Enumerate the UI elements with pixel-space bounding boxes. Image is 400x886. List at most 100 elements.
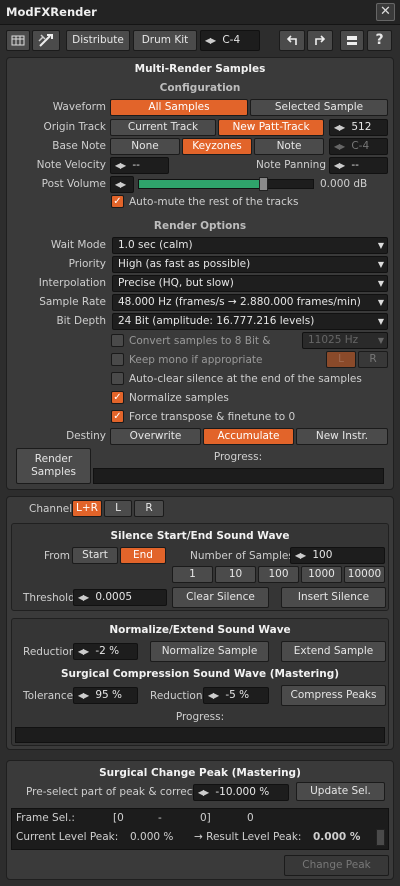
channel-lr-button[interactable]: L+R xyxy=(72,500,102,517)
note-panning-value[interactable]: ◀▶ -- xyxy=(329,157,388,174)
undo-icon[interactable] xyxy=(279,30,305,51)
nsamples-valuebox[interactable]: ◀▶ 100 xyxy=(290,547,385,564)
base-note-note-button[interactable]: Note xyxy=(254,138,324,155)
arrows-icon[interactable]: ◀▶ xyxy=(111,158,129,173)
post-volume-fill xyxy=(139,180,263,188)
peak-indicator xyxy=(376,829,385,846)
nsamples-value: 100 xyxy=(312,549,333,561)
insert-silence-button[interactable]: Insert Silence xyxy=(281,587,386,608)
peak-valuebox[interactable]: ◀▶ -10.000 % xyxy=(193,784,289,801)
current-track-button[interactable]: Current Track xyxy=(110,119,216,136)
distribute-button[interactable]: Distribute xyxy=(66,30,130,51)
arrows-icon[interactable]: ◀▶ xyxy=(330,158,348,173)
arrows-icon[interactable]: ◀▶ xyxy=(111,177,129,192)
clear-silence-button[interactable]: Clear Silence xyxy=(172,587,269,608)
accumulate-button[interactable]: Accumulate xyxy=(203,428,294,445)
preset-10000-button[interactable]: 10000 xyxy=(344,566,385,583)
channel-l-button[interactable]: L xyxy=(104,500,132,517)
configuration-heading: Configuration xyxy=(159,82,241,94)
from-end-button[interactable]: End xyxy=(120,547,166,564)
overwrite-button[interactable]: Overwrite xyxy=(110,428,201,445)
channel-r-button[interactable]: R xyxy=(134,500,164,517)
autoclear-label: Auto-clear silence at the end of the sam… xyxy=(129,373,362,385)
priority-select[interactable]: High (as fast as possible) ▼ xyxy=(112,256,388,273)
wait-mode-select[interactable]: 1.0 sec (calm) ▼ xyxy=(112,237,388,254)
preset-1-button[interactable]: 1 xyxy=(172,566,213,583)
render-samples-label-1: Render xyxy=(34,453,73,465)
compress-progress-label: Progress: xyxy=(175,711,225,723)
arrows-icon[interactable]: ◀▶ xyxy=(201,31,219,50)
base-note-none-button[interactable]: None xyxy=(110,138,180,155)
threshold-valuebox[interactable]: ◀▶ 0.0005 xyxy=(73,589,167,606)
silence-title: Silence Start/End Sound Wave xyxy=(110,530,290,542)
chevron-down-icon: ▼ xyxy=(377,298,384,307)
mono-checkbox[interactable] xyxy=(111,353,124,366)
convert-checkbox[interactable] xyxy=(111,334,124,347)
automute-checkbox[interactable]: ✓ xyxy=(111,195,124,208)
render-samples-label-2: Samples xyxy=(31,466,76,478)
bit-depth-select[interactable]: 24 Bit (amplitude: 16.777.216 levels) ▼ xyxy=(112,313,388,330)
table-icon[interactable] xyxy=(6,30,30,51)
redo-icon[interactable] xyxy=(307,30,333,51)
waveform-label: Waveform xyxy=(52,101,106,113)
arrows-icon[interactable]: ◀▶ xyxy=(291,548,309,563)
bit-depth-label: Bit Depth xyxy=(56,315,106,327)
keyzones-button[interactable]: Keyzones xyxy=(182,138,252,155)
arrows-icon[interactable]: ◀▶ xyxy=(74,644,92,659)
arrows-icon[interactable]: ◀▶ xyxy=(74,590,92,605)
new-instr-button[interactable]: New Instr. xyxy=(296,428,388,445)
tools-icon[interactable] xyxy=(32,30,60,51)
from-start-button[interactable]: Start xyxy=(72,547,118,564)
chevron-down-icon: ▼ xyxy=(377,279,384,288)
note-valuebox[interactable]: ◀▶ C-4 xyxy=(200,30,260,51)
update-sel-button[interactable]: Update Sel. xyxy=(296,782,385,801)
render-samples-button[interactable]: Render Samples xyxy=(16,448,91,484)
post-volume-slider[interactable] xyxy=(138,177,314,191)
origin-track-number: 512 xyxy=(351,121,372,133)
extend-sample-button[interactable]: Extend Sample xyxy=(281,641,386,662)
panel-icon[interactable] xyxy=(340,30,364,51)
force-checkbox[interactable]: ✓ xyxy=(111,410,124,423)
sample-rate-select[interactable]: 48.000 Hz (frames/s → 2.880.000 frames/m… xyxy=(112,294,388,311)
selected-sample-button[interactable]: Selected Sample xyxy=(250,99,388,116)
compress-reduction-valuebox[interactable]: ◀▶ -5 % xyxy=(203,687,269,704)
destiny-label: Destiny xyxy=(66,430,106,442)
close-button[interactable]: ✕ xyxy=(376,3,395,21)
change-peak-button[interactable]: Change Peak xyxy=(284,855,389,876)
normalize-reduction-valuebox[interactable]: ◀▶ -2 % xyxy=(73,643,138,660)
convert-rate-select: 11025 Hz ▼ xyxy=(302,332,388,349)
compress-reduction-value: -5 % xyxy=(225,689,250,701)
drumkit-button[interactable]: Drum Kit xyxy=(133,30,197,51)
normalize-checkbox[interactable]: ✓ xyxy=(111,391,124,404)
help-icon[interactable]: ? xyxy=(367,30,392,51)
chevron-down-icon: ▼ xyxy=(377,260,384,269)
preset-10-button[interactable]: 10 xyxy=(215,566,256,583)
wait-mode-label: Wait Mode xyxy=(50,239,106,251)
origin-track-value[interactable]: ◀▶ 512 xyxy=(329,119,388,136)
frame-sel-dash: - xyxy=(158,812,162,824)
nsamples-label: Number of Samples xyxy=(190,550,294,562)
all-samples-button[interactable]: All Samples xyxy=(110,99,248,116)
tolerance-valuebox[interactable]: ◀▶ 95 % xyxy=(73,687,138,704)
channel-label: Channel xyxy=(29,503,73,515)
note-velocity-label: Note Velocity xyxy=(36,159,106,171)
base-note-label: Base Note xyxy=(52,140,106,152)
arrows-icon[interactable]: ◀▶ xyxy=(330,120,348,135)
autoclear-checkbox[interactable] xyxy=(111,372,124,385)
normalize-sample-button[interactable]: Normalize Sample xyxy=(150,641,269,662)
arrows-icon[interactable]: ◀▶ xyxy=(194,785,212,800)
arrows-icon[interactable]: ◀▶ xyxy=(204,688,222,703)
threshold-label: Threshold xyxy=(23,592,75,604)
interpolation-select[interactable]: Precise (HQ, but slow) ▼ xyxy=(112,275,388,292)
post-volume-handle[interactable] xyxy=(259,177,268,191)
post-volume-arrows[interactable]: ◀▶ xyxy=(110,176,134,193)
arrows-icon[interactable]: ◀▶ xyxy=(74,688,92,703)
interpolation-label: Interpolation xyxy=(38,277,106,289)
preset-1000-button[interactable]: 1000 xyxy=(301,566,342,583)
priority-value: High (as fast as possible) xyxy=(118,258,251,270)
peak-title: Surgical Change Peak (Mastering) xyxy=(99,767,301,779)
preset-100-button[interactable]: 100 xyxy=(258,566,299,583)
new-patt-track-button[interactable]: New Patt-Track xyxy=(218,119,324,136)
note-velocity-value[interactable]: ◀▶ -- xyxy=(110,157,169,174)
compress-peaks-button[interactable]: Compress Peaks xyxy=(281,685,386,706)
